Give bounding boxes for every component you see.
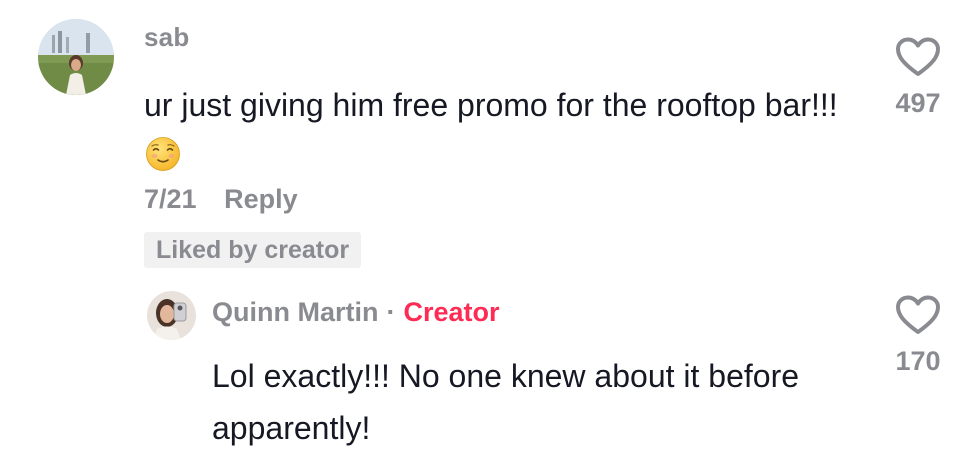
like-count: 497 <box>895 88 941 118</box>
heart-outline-icon[interactable] <box>894 294 942 336</box>
reply-text: Lol exactly!!! No one knew about it befo… <box>212 358 800 446</box>
reply-header: Quinn Martin · Creator <box>212 297 500 328</box>
like-count: 170 <box>895 346 941 376</box>
comment-like: 497 <box>878 36 958 119</box>
reply-avatar[interactable] <box>147 291 196 340</box>
comment-date: 7/21 <box>144 184 197 214</box>
reply-username[interactable]: Quinn Martin <box>212 297 378 327</box>
heart-outline-icon[interactable] <box>894 36 942 78</box>
creator-tag: Creator <box>403 297 500 327</box>
comment-thread: sab ur just giving him free promo for th… <box>0 0 980 453</box>
liked-by-creator-badge: Liked by creator <box>144 232 362 268</box>
relieved-face-emoji-icon <box>146 137 180 171</box>
reply-like: 170 <box>878 294 958 377</box>
comment-meta: 7/21 Reply <box>144 184 298 215</box>
reply-button[interactable]: Reply <box>224 184 298 214</box>
avatar[interactable] <box>38 19 114 95</box>
separator-dot: · <box>386 297 396 327</box>
comment-text: ur just giving him free promo for the ro… <box>144 80 844 180</box>
comment-text-body: ur just giving him free promo for the ro… <box>144 87 838 123</box>
comment-username[interactable]: sab <box>144 22 189 53</box>
